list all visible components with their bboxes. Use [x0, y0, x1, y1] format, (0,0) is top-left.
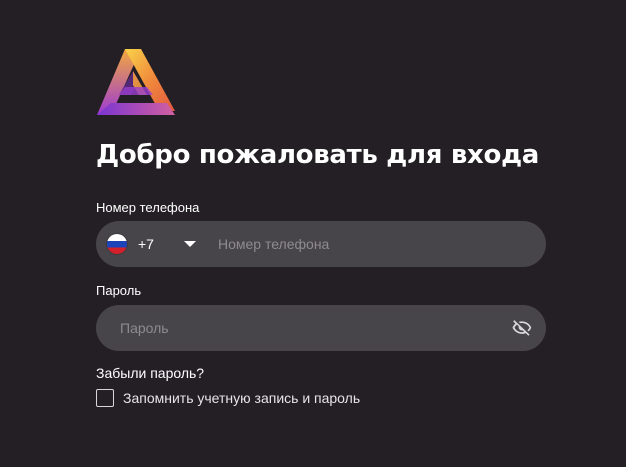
eye-off-icon[interactable] [512, 318, 532, 338]
password-input[interactable] [120, 305, 490, 351]
login-page: Добро пожаловать для входа Номер телефон… [0, 0, 626, 467]
remember-me-label: Запомнить учетную запись и пароль [123, 390, 361, 406]
country-code: +7 [138, 236, 154, 252]
password-label: Пароль [96, 283, 142, 298]
phone-label: Номер телефона [96, 200, 200, 215]
caret-down-icon[interactable] [184, 241, 196, 247]
remember-me-checkbox[interactable] [96, 389, 114, 407]
phone-input[interactable] [218, 221, 518, 267]
country-code-selector[interactable]: +7 [96, 221, 196, 267]
phone-field: +7 [96, 221, 546, 267]
forgot-password-link[interactable]: Забыли пароль? [96, 365, 204, 381]
remember-me-option[interactable]: Запомнить учетную запись и пароль [96, 389, 360, 407]
page-title: Добро пожаловать для входа [96, 140, 540, 170]
russia-flag-icon [107, 234, 127, 254]
triangle-logo-icon [97, 49, 175, 115]
password-field [96, 305, 546, 351]
